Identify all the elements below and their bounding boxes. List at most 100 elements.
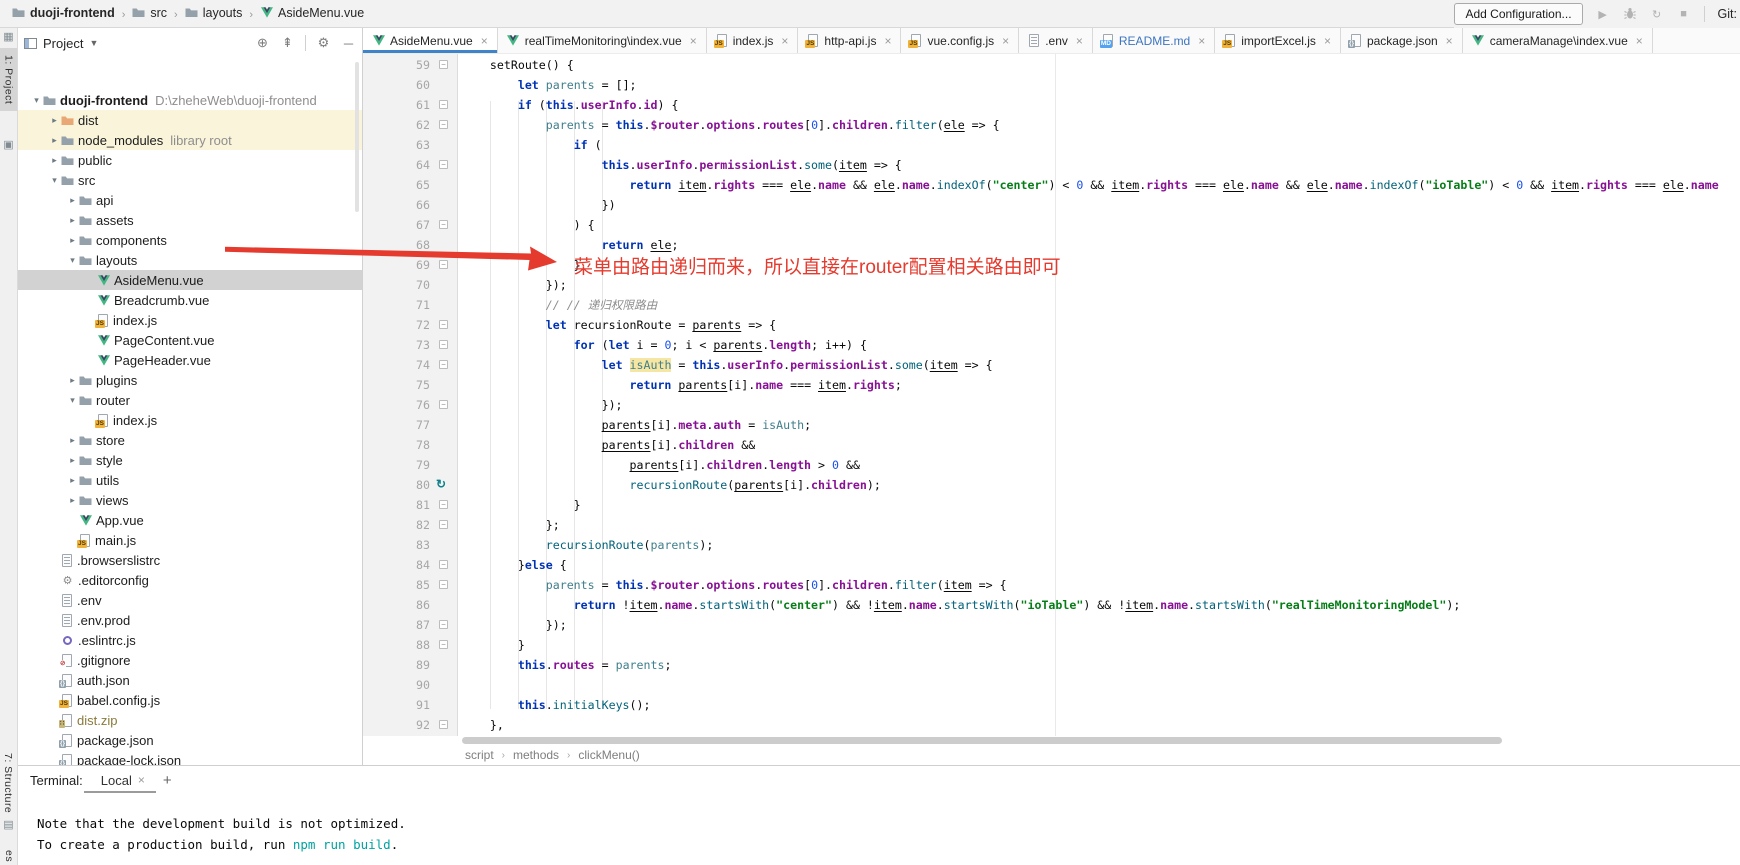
bookmark-icon[interactable]: ▣ xyxy=(3,140,14,151)
project-scrollbar[interactable] xyxy=(355,62,359,212)
tree-item[interactable]: AsideMenu.vue xyxy=(18,270,363,290)
close-icon[interactable]: × xyxy=(1076,34,1083,48)
close-icon[interactable]: × xyxy=(884,34,891,48)
editor-breadcrumb-item[interactable]: clickMenu() xyxy=(578,748,639,762)
chevron-down-icon[interactable]: ▾ xyxy=(66,255,79,266)
close-icon[interactable]: × xyxy=(1324,34,1331,48)
tree-item[interactable]: PageHeader.vue xyxy=(18,350,363,370)
close-icon[interactable]: × xyxy=(1446,34,1453,48)
chevron-down-icon[interactable]: ▾ xyxy=(48,175,61,186)
tree-item[interactable]: ▸style xyxy=(18,450,363,470)
breadcrumb-item[interactable]: duoji-frontend xyxy=(12,6,115,20)
debug-icon[interactable] xyxy=(1623,7,1637,22)
collapse-all-icon[interactable]: ⇞ xyxy=(280,35,295,51)
chevron-right-icon[interactable]: ▸ xyxy=(66,375,79,386)
close-icon[interactable]: × xyxy=(481,34,488,48)
editor-tab[interactable]: .env× xyxy=(1019,28,1093,53)
tree-item[interactable]: JSmain.js xyxy=(18,530,363,550)
tree-item[interactable]: ▸views xyxy=(18,490,363,510)
locate-icon[interactable]: ⊕ xyxy=(255,35,270,51)
new-terminal-tab-icon[interactable]: + xyxy=(163,772,172,789)
tree-item[interactable]: JSbabel.config.js xyxy=(18,690,363,710)
chevron-right-icon[interactable]: ▸ xyxy=(66,495,79,506)
tool-window-button-partial[interactable]: es xyxy=(3,850,15,865)
chevron-down-icon[interactable]: ▼ xyxy=(89,38,98,48)
tree-item[interactable]: ∷dist.zip xyxy=(18,710,363,730)
chevron-right-icon[interactable]: ▸ xyxy=(66,435,79,446)
chevron-right-icon[interactable]: ▸ xyxy=(66,475,79,486)
close-icon[interactable]: × xyxy=(138,773,145,787)
close-icon[interactable]: × xyxy=(690,34,697,48)
tree-item[interactable]: {}package-lock.json xyxy=(18,750,363,765)
editor-tab[interactable]: JSimportExcel.js× xyxy=(1215,28,1341,53)
add-configuration-button[interactable]: Add Configuration... xyxy=(1454,3,1582,25)
tree-item[interactable]: ▾src xyxy=(18,170,363,190)
tree-item[interactable]: ▸utils xyxy=(18,470,363,490)
chevron-right-icon[interactable]: ▸ xyxy=(66,215,79,226)
editor-breadcrumb-item[interactable]: script xyxy=(465,748,494,762)
breadcrumb-item[interactable]: layouts xyxy=(185,6,243,20)
tree-item[interactable]: Breadcrumb.vue xyxy=(18,290,363,310)
project-panel-title[interactable]: Project xyxy=(43,36,83,51)
tree-item[interactable]: App.vue xyxy=(18,510,363,530)
editor-tab[interactable]: JSindex.js× xyxy=(707,28,799,53)
close-icon[interactable]: × xyxy=(1198,34,1205,48)
tree-item[interactable]: {}auth.json xyxy=(18,670,363,690)
tree-item[interactable]: ▸plugins xyxy=(18,370,363,390)
horizontal-scrollbar[interactable] xyxy=(462,737,1502,744)
editor-breadcrumb-item[interactable]: methods xyxy=(513,748,559,762)
tree-item[interactable]: {}package.json xyxy=(18,730,363,750)
git-menu-label[interactable]: Git: xyxy=(1718,7,1737,21)
chevron-right-icon[interactable]: ▸ xyxy=(48,115,61,126)
tree-item[interactable]: ▸api xyxy=(18,190,363,210)
chevron-right-icon[interactable]: ▸ xyxy=(66,195,79,206)
tree-item[interactable]: ⊘.gitignore xyxy=(18,650,363,670)
code-editor[interactable]: 59−6061−62−6364−656667−6869−707172−73−74… xyxy=(363,54,1740,736)
tree-item[interactable]: ▸components xyxy=(18,230,363,250)
editor-area[interactable]: AsideMenu.vue×realTimeMonitoring\index.v… xyxy=(363,28,1740,766)
tree-item[interactable]: .env.prod xyxy=(18,610,363,630)
tree-item[interactable]: JSindex.js xyxy=(18,410,363,430)
editor-tab[interactable]: JSvue.config.js× xyxy=(901,28,1019,53)
tree-item[interactable]: .eslintrc.js xyxy=(18,630,363,650)
editor-tab[interactable]: AsideMenu.vue× xyxy=(363,28,498,53)
editor-tab[interactable]: MDREADME.md× xyxy=(1093,28,1215,53)
run-icon[interactable]: ▶ xyxy=(1596,8,1610,21)
editor-tab[interactable]: JShttp-api.js× xyxy=(798,28,901,53)
tree-item[interactable]: ▸store xyxy=(18,430,363,450)
tree-item[interactable]: ▸node_moduleslibrary root xyxy=(18,130,363,150)
hide-icon[interactable]: ─ xyxy=(341,36,356,51)
tree-item[interactable]: ▸public xyxy=(18,150,363,170)
chevron-right-icon[interactable]: ▸ xyxy=(66,455,79,466)
rerun-icon[interactable]: ↻ xyxy=(1650,8,1664,21)
tree-item[interactable]: .browserslistrc xyxy=(18,550,363,570)
close-icon[interactable]: × xyxy=(1002,34,1009,48)
stop-icon[interactable]: ■ xyxy=(1677,8,1691,20)
tree-item[interactable]: ▸dist xyxy=(18,110,363,130)
terminal-tab-local[interactable]: Local × xyxy=(101,773,145,788)
tree-item[interactable]: ▸assets xyxy=(18,210,363,230)
close-icon[interactable]: × xyxy=(781,34,788,48)
editor-tab[interactable]: {}package.json× xyxy=(1341,28,1463,53)
tree-item[interactable]: ⚙.editorconfig xyxy=(18,570,363,590)
tree-item[interactable]: ▾router xyxy=(18,390,363,410)
tool-window-button-project[interactable]: 1: Project xyxy=(0,48,17,111)
chevron-down-icon[interactable]: ▾ xyxy=(66,395,79,406)
chevron-down-icon[interactable]: ▾ xyxy=(30,95,43,106)
breadcrumb-item[interactable]: src xyxy=(132,6,167,20)
tree-item[interactable]: ▾duoji-frontendD:\zheheWeb\duoji-fronten… xyxy=(18,90,363,110)
chevron-right-icon[interactable]: ▸ xyxy=(48,135,61,146)
breadcrumb-item[interactable]: AsideMenu.vue xyxy=(260,6,364,20)
editor-tab[interactable]: realTimeMonitoring\index.vue× xyxy=(498,28,707,53)
settings-icon[interactable]: ⚙ xyxy=(316,35,331,51)
tree-item[interactable]: .env xyxy=(18,590,363,610)
chevron-right-icon[interactable]: ▸ xyxy=(48,155,61,166)
tool-window-button-structure[interactable]: 7: Structure xyxy=(2,753,14,816)
close-icon[interactable]: × xyxy=(1636,34,1643,48)
tree-item[interactable]: JSindex.js xyxy=(18,310,363,330)
tree-item[interactable]: PageContent.vue xyxy=(18,330,363,350)
tree-item[interactable]: ▾layouts xyxy=(18,250,363,270)
tool-window-icon[interactable]: ▤ xyxy=(3,820,14,831)
editor-tab[interactable]: cameraManage\index.vue× xyxy=(1463,28,1653,53)
chevron-right-icon[interactable]: ▸ xyxy=(66,235,79,246)
